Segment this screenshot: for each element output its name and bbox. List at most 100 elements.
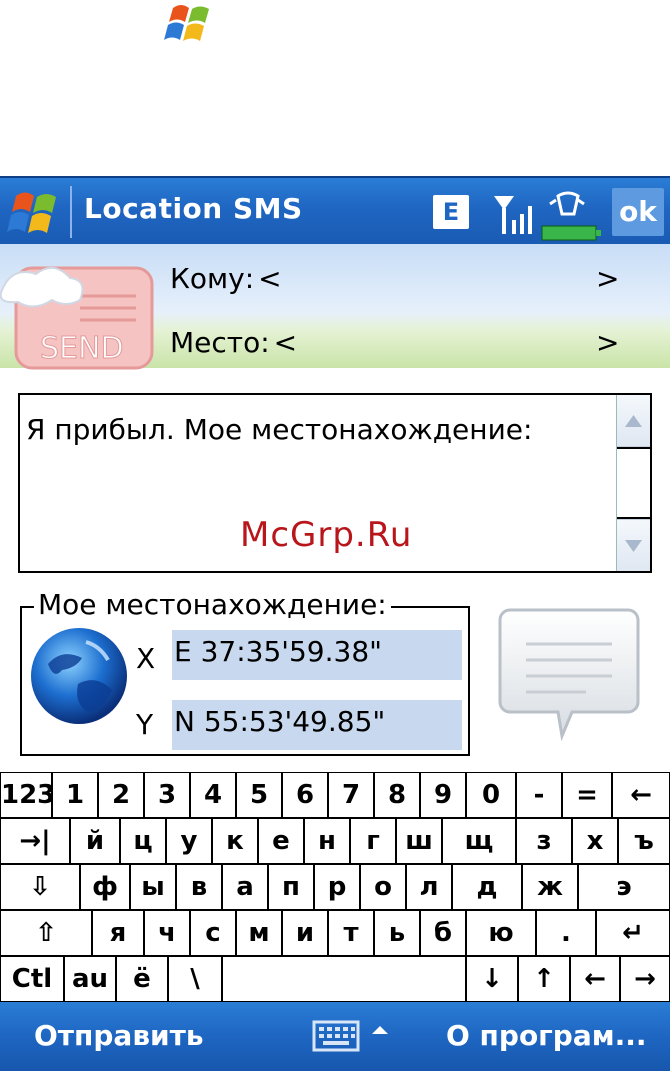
key-row3-4[interactable]: а (222, 864, 268, 910)
message-text: Я прибыл. Мое местонахождение: (26, 413, 533, 446)
to-open-bracket: < (258, 262, 282, 295)
recipient-header: SEND Кому: < > Место: < > (0, 244, 670, 370)
key-row5-1[interactable]: au (64, 956, 116, 1002)
to-field[interactable]: Кому: < > (170, 262, 619, 295)
key-row3-6[interactable]: р (314, 864, 360, 910)
battery-icon[interactable] (536, 190, 606, 246)
svg-text:SEND: SEND (40, 331, 124, 366)
key-row1-13[interactable]: ← (612, 772, 670, 818)
key-row5-0[interactable]: Ctl (0, 956, 64, 1002)
keyboard-toggle-icon[interactable] (312, 1016, 392, 1056)
key-row4-0[interactable]: ⇧ (0, 910, 92, 956)
ok-button[interactable]: ok (612, 188, 664, 236)
key-row1-1[interactable]: 1 (52, 772, 98, 818)
keyboard-row-1: 123 1 2 3 4 5 6 7 8 9 0- = ← (0, 772, 670, 818)
scroll-up-button[interactable] (617, 395, 650, 447)
key-row5-6[interactable]: ↑ (518, 956, 570, 1002)
network-type-badge[interactable]: E (433, 195, 469, 229)
key-row3-11[interactable]: э (578, 864, 670, 910)
key-row4-9[interactable]: ю (466, 910, 536, 956)
key-row2-7[interactable]: г (350, 818, 396, 864)
key-row2-4[interactable]: к (212, 818, 258, 864)
key-row3-5[interactable]: п (268, 864, 314, 910)
send-softkey[interactable]: Отправить (34, 1019, 204, 1052)
scroll-down-button[interactable] (617, 519, 650, 571)
key-row4-3[interactable]: с (190, 910, 236, 956)
key-row3-7[interactable]: о (360, 864, 406, 910)
key-row2-0[interactable]: →| (0, 818, 70, 864)
place-close-bracket: > (596, 326, 620, 359)
key-row2-1[interactable]: й (70, 818, 120, 864)
x-coordinate-value[interactable]: E 37:35'59.38" (172, 630, 462, 680)
key-row2-5[interactable]: е (258, 818, 304, 864)
title-bar: Location SMS E ok (0, 176, 670, 244)
signal-strength-icon[interactable] (490, 190, 540, 238)
location-group: Мое местонахождение: X E 37:35'59.38" Y … (20, 588, 470, 756)
device-screen: Location SMS E ok SEND Кому: < > Место: … (0, 176, 670, 1071)
y-coordinate-value[interactable]: N 55:53'49.85" (172, 700, 462, 750)
to-close-bracket: > (596, 262, 620, 295)
keyboard-row-3: ⇩ ф ы в а п р о л д ж э (0, 864, 670, 910)
key-row4-11[interactable]: ↵ (596, 910, 670, 956)
key-row5-7[interactable]: ← (570, 956, 620, 1002)
key-row4-4[interactable]: м (236, 910, 282, 956)
key-row4-6[interactable]: т (328, 910, 374, 956)
key-row1-4[interactable]: 4 (190, 772, 236, 818)
insert-location-message-icon[interactable] (496, 604, 642, 746)
message-scrollbar[interactable] (616, 395, 650, 571)
key-row4-8[interactable]: б (420, 910, 466, 956)
key-row2-10[interactable]: з (516, 818, 572, 864)
key-row1-9[interactable]: 9 (420, 772, 466, 818)
key-row5-5[interactable]: ↓ (466, 956, 518, 1002)
place-field[interactable]: Место: < > (170, 326, 619, 359)
send-envelope-icon[interactable]: SEND (0, 254, 160, 372)
key-row1-7[interactable]: 7 (328, 772, 374, 818)
key-row4-5[interactable]: и (282, 910, 328, 956)
about-softkey[interactable]: О програм... (446, 1019, 647, 1052)
key-row2-11[interactable]: х (572, 818, 618, 864)
key-row3-3[interactable]: в (176, 864, 222, 910)
key-row4-10[interactable]: . (536, 910, 596, 956)
key-row1-6[interactable]: 6 (282, 772, 328, 818)
key-row3-2[interactable]: ы (130, 864, 176, 910)
scroll-track[interactable] (617, 447, 650, 519)
key-row5-3[interactable]: \ (168, 956, 222, 1002)
key-row3-1[interactable]: ф (80, 864, 130, 910)
key-row3-8[interactable]: л (406, 864, 452, 910)
globe-icon (31, 628, 127, 724)
key-row1-12[interactable]: = (562, 772, 612, 818)
key-row1-0[interactable]: 123 (0, 772, 55, 818)
scroll-up-arrow-icon (625, 415, 642, 427)
key-row5-4[interactable] (222, 956, 466, 1002)
menu-bar: Отправить О програм... (0, 1002, 670, 1071)
key-row1-2[interactable]: 2 (98, 772, 144, 818)
key-row2-12[interactable]: ъ (618, 818, 670, 864)
key-row3-0[interactable]: ⇩ (0, 864, 80, 910)
key-row1-3[interactable]: 3 (144, 772, 190, 818)
soft-keyboard: 123 1 2 3 4 5 6 7 8 9 0- = ← →| й ц у к е н г ш щ з х ъ ⇩ ф ы в а п р о… (0, 772, 670, 1002)
title-separator (70, 186, 72, 238)
key-row2-8[interactable]: ш (396, 818, 442, 864)
windows-logo-icon (164, 5, 209, 41)
key-row2-6[interactable]: н (304, 818, 350, 864)
message-textarea[interactable]: Я прибыл. Мое местонахождение: McGrp.Ru (18, 393, 652, 573)
key-row5-8[interactable]: → (620, 956, 670, 1002)
place-open-bracket: < (273, 326, 298, 359)
key-row3-9[interactable]: д (452, 864, 522, 910)
key-row4-7[interactable]: ь (374, 910, 420, 956)
key-row2-2[interactable]: ц (120, 818, 166, 864)
watermark-text: McGrp.Ru (240, 515, 413, 555)
key-row1-11[interactable]: - (516, 772, 562, 818)
key-row2-9[interactable]: щ (442, 818, 516, 864)
key-row1-10[interactable]: 0 (466, 772, 516, 818)
location-legend: Мое местонахождение: (34, 588, 391, 621)
key-row4-1[interactable]: я (92, 910, 144, 956)
key-row1-8[interactable]: 8 (374, 772, 420, 818)
key-row5-2[interactable]: ё (116, 956, 168, 1002)
key-row1-5[interactable]: 5 (236, 772, 282, 818)
start-menu-icon[interactable] (6, 186, 62, 238)
key-row4-2[interactable]: ч (144, 910, 190, 956)
key-row2-3[interactable]: у (166, 818, 212, 864)
keyboard-row-5: Ctl au ё \ ↓ ↑ ← → (0, 956, 670, 1002)
key-row3-10[interactable]: ж (522, 864, 578, 910)
